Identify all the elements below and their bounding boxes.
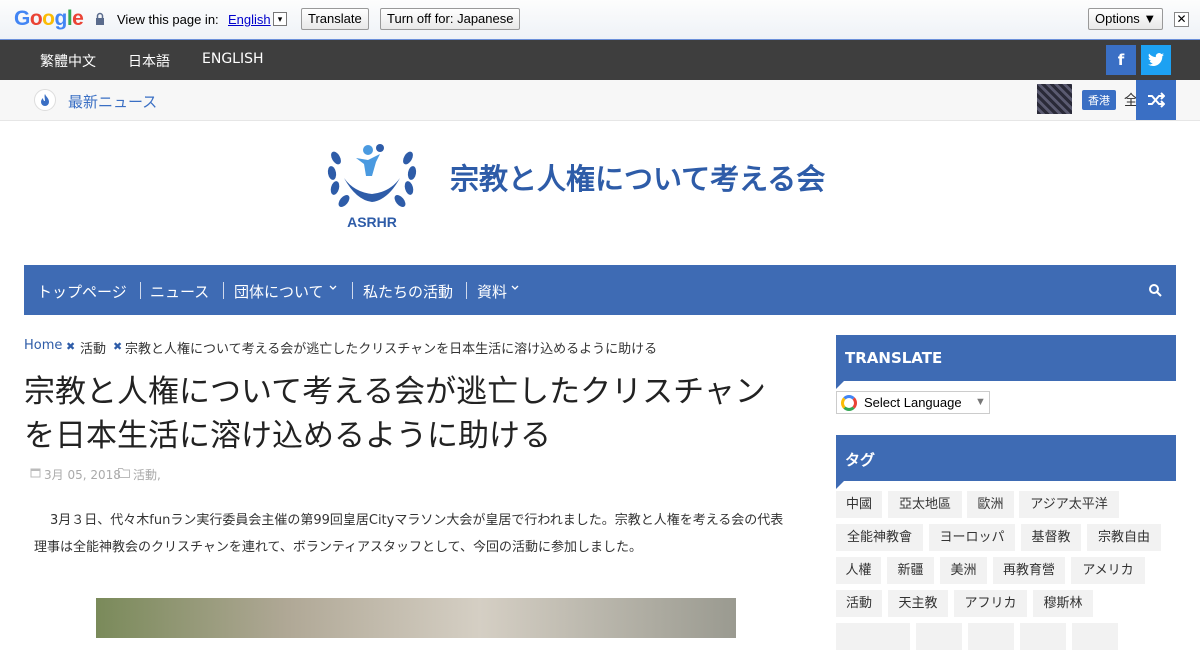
google-logo: Google (14, 7, 84, 30)
nav-item-home[interactable]: トップページ (37, 281, 127, 302)
nav-divider (140, 282, 141, 299)
lang-link-english[interactable]: ENGLISH (202, 51, 264, 67)
tag-link[interactable]: アフリカ (954, 590, 1027, 617)
tag-link-partial[interactable] (916, 623, 962, 650)
breadcrumb-home[interactable]: Home (24, 338, 62, 353)
google-translate-bar: Google View this page in: English ▾ Tran… (0, 0, 1200, 40)
translate-options-button[interactable]: Options ▼ (1088, 8, 1164, 30)
translate-widget-heading: TRANSLATE (836, 335, 1176, 389)
article-photo (96, 598, 736, 638)
tag-link[interactable]: 人權 (836, 557, 881, 584)
breadcrumb-category[interactable]: 活動 (80, 338, 106, 357)
ticker-thumbnail[interactable] (1037, 84, 1072, 114)
nav-item-about[interactable]: 団体について (234, 281, 324, 302)
target-language-link[interactable]: English (228, 12, 271, 27)
emblem-text: ASRHR (347, 214, 397, 230)
turn-off-translation-button[interactable]: Turn off for: Japanese (380, 8, 521, 30)
select-language-dropdown[interactable]: Select Language ▼ (836, 391, 990, 414)
facebook-icon[interactable]: f (1106, 45, 1136, 75)
fire-icon (34, 89, 56, 111)
lock-icon (96, 12, 104, 25)
article-date: 3月 05, 2018 (44, 468, 121, 482)
asrhr-emblem[interactable]: ASRHR (326, 128, 418, 232)
site-title[interactable]: 宗教と人権について考える会 (450, 156, 825, 198)
nav-item-resources[interactable]: 資料 (477, 281, 507, 302)
article-body: 3月３日、代々木funラン実行委員会主催の第99回皇居Cityマラソン大会が皇居… (34, 513, 784, 555)
tag-link[interactable]: 中國 (836, 491, 882, 518)
close-icon[interactable]: ✕ (1174, 12, 1189, 27)
language-dropdown-arrow-icon[interactable]: ▾ (273, 12, 287, 26)
tag-link-partial[interactable] (1072, 623, 1118, 650)
breadcrumb-current: 宗教と人権について考える会が逃亡したクリスチャンを日本生活に溶け込めるように助け… (125, 342, 658, 357)
translate-button[interactable]: Translate (301, 8, 369, 30)
tags-widget-heading: タグ (836, 435, 1176, 489)
tag-link[interactable]: ヨーロッパ (929, 524, 1015, 551)
language-bar: 繁體中文 日本語 ENGLISH (0, 40, 1200, 80)
google-g-icon (841, 395, 857, 411)
twitter-icon[interactable] (1141, 45, 1171, 75)
tag-link[interactable]: 再教育營 (993, 557, 1065, 584)
news-ticker: 最新ニュース (0, 80, 1200, 121)
calendar-icon (30, 468, 41, 478)
chevron-down-icon[interactable] (510, 279, 520, 297)
breadcrumb-separator-icon: ✖ (66, 340, 76, 353)
tag-link-partial[interactable] (836, 623, 910, 650)
shuffle-icon[interactable] (1136, 80, 1176, 120)
nav-divider (223, 282, 224, 299)
tag-link[interactable]: 歐洲 (967, 491, 1014, 518)
tag-link[interactable]: 活動 (836, 590, 882, 617)
tag-link[interactable]: アジア太平洋 (1019, 491, 1119, 518)
nav-item-activities[interactable]: 私たちの活動 (363, 281, 453, 302)
search-icon[interactable] (1148, 283, 1162, 297)
tag-link[interactable]: 天主教 (888, 590, 948, 617)
latest-news-label: 最新ニュース (68, 93, 158, 111)
tag-link[interactable]: アメリカ (1071, 557, 1145, 584)
translate-prompt: View this page in: (117, 12, 219, 27)
tag-link-partial[interactable] (1020, 623, 1066, 650)
main-navigation: トップページ ニュース 団体について 私たちの活動 資料 (24, 265, 1176, 315)
tag-link-partial[interactable] (968, 623, 1014, 650)
tag-link[interactable]: 亞太地區 (888, 491, 962, 518)
breadcrumb-separator-icon: ✖ (113, 340, 123, 353)
article-title: 宗教と人権について考える会が逃亡したクリスチャンを日本生活に溶け込めるように助け… (24, 374, 766, 454)
tag-link[interactable]: 穆斯林 (1033, 590, 1093, 617)
lang-link-japanese[interactable]: 日本語 (128, 51, 170, 71)
select-language-label: Select Language (864, 395, 962, 410)
tag-link[interactable]: 基督教 (1021, 524, 1081, 551)
nav-item-news[interactable]: ニュース (150, 281, 209, 302)
dropdown-arrow-icon: ▼ (975, 396, 986, 408)
folder-icon (118, 468, 130, 478)
tag-link[interactable]: 美洲 (940, 557, 987, 584)
tag-link[interactable]: 新疆 (887, 557, 934, 584)
ticker-region-badge[interactable]: 香港 (1082, 90, 1116, 110)
lang-link-traditional-chinese[interactable]: 繁體中文 (40, 51, 96, 71)
article-category[interactable]: 活動, (133, 466, 161, 483)
chevron-down-icon[interactable] (328, 279, 338, 297)
tag-link[interactable]: 宗教自由 (1087, 524, 1161, 551)
nav-divider (352, 282, 353, 299)
tag-link[interactable]: 全能神教會 (836, 524, 923, 551)
nav-divider (466, 282, 467, 299)
